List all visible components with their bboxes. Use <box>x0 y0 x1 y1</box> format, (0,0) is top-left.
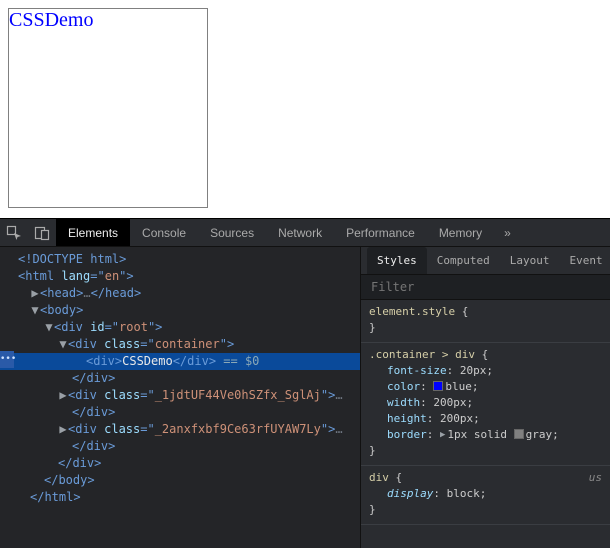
css-prop[interactable]: border: ▶1px solid gray; <box>369 427 602 443</box>
device-toolbar-icon[interactable] <box>28 219 56 247</box>
expand-icon[interactable]: ▶ <box>30 285 40 302</box>
rule-container-div[interactable]: .container > div { font-size: 20px; colo… <box>361 343 610 466</box>
tab-label: Computed <box>437 254 490 267</box>
css-prop[interactable]: display: block; <box>369 486 602 502</box>
tab-console[interactable]: Console <box>130 219 198 246</box>
inspect-element-icon[interactable] <box>0 219 28 247</box>
tab-performance[interactable]: Performance <box>334 219 427 246</box>
dom-line[interactable]: ▼<div class="container"> <box>0 336 360 353</box>
dom-line-selected[interactable]: <div>CSSDemo</div> == $0 <box>0 353 360 370</box>
styles-tabs: Styles Computed Layout Event <box>361 247 610 275</box>
styles-pane: Styles Computed Layout Event element.sty… <box>360 247 610 548</box>
selector-text: .container > div <box>369 348 475 361</box>
rendered-page: CSSDemo <box>0 0 610 218</box>
dom-line[interactable]: </div> <box>0 455 360 472</box>
styles-tab-computed[interactable]: Computed <box>427 247 500 274</box>
collapse-icon[interactable]: ▼ <box>58 336 68 353</box>
dom-line[interactable]: ▼<body> <box>0 302 360 319</box>
dom-line[interactable]: <html lang="en"> <box>0 268 360 285</box>
devtools-panel: Elements Console Sources Network Perform… <box>0 218 610 548</box>
selection-gutter: ••• <box>0 351 14 368</box>
selector-text: element.style <box>369 305 455 318</box>
styles-filter-row <box>361 275 610 300</box>
tab-label: Network <box>278 226 322 240</box>
rule-user-agent-div[interactable]: us div { display: block; } <box>361 466 610 525</box>
css-prop[interactable]: color: blue; <box>369 379 602 395</box>
rule-element-style[interactable]: element.style { } <box>361 300 610 343</box>
dom-line[interactable]: ▶<head>…</head> <box>0 285 360 302</box>
styles-filter-input[interactable] <box>369 279 602 295</box>
tab-label: Elements <box>68 226 118 240</box>
styles-tab-styles[interactable]: Styles <box>367 247 427 274</box>
dots-icon: ••• <box>0 354 16 364</box>
expand-icon[interactable]: ▶ <box>58 387 68 404</box>
dom-line[interactable]: ▶<div class="_1jdtUF44Ve0hSZfx_SglAj">… <box>0 387 360 404</box>
more-tabs-button[interactable]: » <box>494 226 521 240</box>
tab-label: Styles <box>377 254 417 267</box>
tab-label: Event <box>569 254 602 267</box>
collapse-icon[interactable]: ▼ <box>30 302 40 319</box>
tab-sources[interactable]: Sources <box>198 219 266 246</box>
dom-line[interactable]: ▶<div class="_2anxfxbf9Ce63rfUYAW7Ly">… <box>0 421 360 438</box>
demo-container: CSSDemo <box>8 8 208 208</box>
dom-line[interactable]: <!DOCTYPE html> <box>0 251 360 268</box>
selector-text: div <box>369 471 389 484</box>
collapse-icon[interactable]: ▼ <box>44 319 54 336</box>
devtools-toolbar: Elements Console Sources Network Perform… <box>0 219 610 247</box>
dom-line[interactable]: </div> <box>0 404 360 421</box>
dom-line[interactable]: </body> <box>0 472 360 489</box>
main-tabs: Elements Console Sources Network Perform… <box>56 219 494 246</box>
tab-label: Memory <box>439 226 482 240</box>
expand-icon[interactable]: ▶ <box>58 421 68 438</box>
devtools-panes: ••• <!DOCTYPE html> <html lang="en"> ▶<h… <box>0 247 610 548</box>
css-prop[interactable]: font-size: 20px; <box>369 363 602 379</box>
tab-memory[interactable]: Memory <box>427 219 494 246</box>
tab-label: Sources <box>210 226 254 240</box>
css-prop[interactable]: width: 200px; <box>369 395 602 411</box>
tab-label: Performance <box>346 226 415 240</box>
color-swatch-icon[interactable] <box>514 429 524 439</box>
css-prop[interactable]: height: 200px; <box>369 411 602 427</box>
tab-network[interactable]: Network <box>266 219 334 246</box>
demo-text: CSSDemo <box>9 9 93 31</box>
tab-elements[interactable]: Elements <box>56 219 130 246</box>
dom-line[interactable]: </div> <box>0 438 360 455</box>
color-swatch-icon[interactable] <box>433 381 443 391</box>
dom-line[interactable]: ▼<div id="root"> <box>0 319 360 336</box>
styles-tab-layout[interactable]: Layout <box>500 247 560 274</box>
styles-tab-event[interactable]: Event <box>559 247 610 274</box>
dom-line[interactable]: </html> <box>0 489 360 506</box>
stylesheet-origin: us <box>589 470 602 486</box>
shorthand-expand-icon[interactable]: ▶ <box>440 427 445 443</box>
dom-tree[interactable]: ••• <!DOCTYPE html> <html lang="en"> ▶<h… <box>0 247 360 548</box>
tab-label: Console <box>142 226 186 240</box>
dom-line[interactable]: </div> <box>0 370 360 387</box>
chevron-double-right-icon: » <box>504 226 511 240</box>
tab-label: Layout <box>510 254 550 267</box>
